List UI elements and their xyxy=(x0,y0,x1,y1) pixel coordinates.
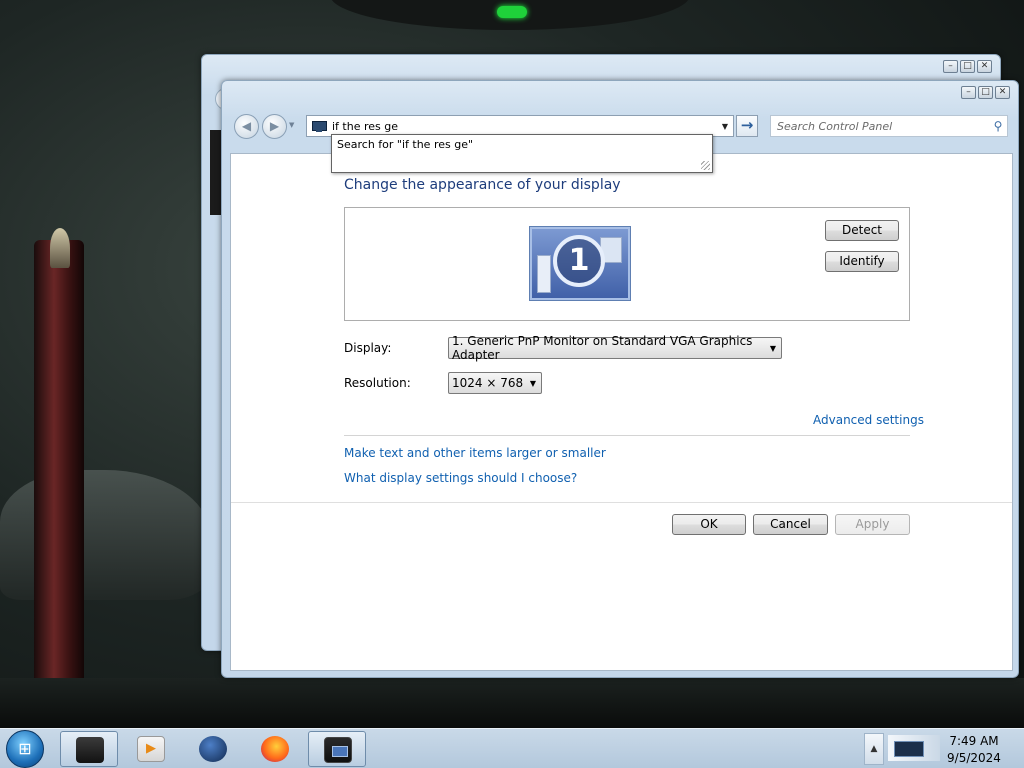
monitor-number: 1 xyxy=(553,235,605,287)
clock[interactable]: 7:49 AM 9/5/2024 xyxy=(944,733,1004,767)
start-button[interactable]: ⊞ xyxy=(6,730,44,768)
clock-date: 9/5/2024 xyxy=(947,751,1001,765)
search-input[interactable] xyxy=(777,119,989,133)
taskbar-globe[interactable] xyxy=(184,731,242,767)
monitor-1-icon[interactable]: 1 xyxy=(529,226,631,301)
media-player-icon xyxy=(137,736,165,762)
search-suggestion-item[interactable]: Search for "if the res ge" xyxy=(337,138,473,151)
text-size-link[interactable]: Make text and other items larger or smal… xyxy=(344,446,606,460)
resolution-select-value: 1024 × 768 xyxy=(452,376,524,390)
arrow-right-icon: ▶ xyxy=(269,119,280,133)
firefox-icon xyxy=(261,736,289,762)
display-select-value: 1. Generic PnP Monitor on Standard VGA G… xyxy=(452,334,753,362)
address-suggestion-dropdown: Search for "if the res ge" xyxy=(331,134,713,173)
recent-pages-dropdown[interactable]: ▼ xyxy=(289,121,294,129)
advanced-settings-link[interactable]: Advanced settings xyxy=(813,413,924,427)
wallpaper-light xyxy=(497,6,527,18)
content-pane: Change the appearance of your display 1 … xyxy=(230,153,1013,671)
chevron-down-icon: ▼ xyxy=(769,344,776,353)
address-dropdown-icon[interactable]: ▼ xyxy=(717,122,733,131)
chevron-down-icon: ▼ xyxy=(529,379,536,388)
divider xyxy=(344,435,910,436)
resolution-select[interactable]: 1024 × 768 ▼ xyxy=(448,372,542,394)
clock-time: 7:49 AM xyxy=(949,734,999,748)
wallpaper-sword xyxy=(34,240,84,728)
wallpaper-ground xyxy=(0,678,1024,728)
display-label: Display: xyxy=(344,341,392,355)
monitor-window-decoration xyxy=(537,255,551,293)
close-icon[interactable]: ✕ xyxy=(995,86,1010,99)
display-help-link[interactable]: What display settings should I choose? xyxy=(344,471,577,485)
windows-explorer-icon xyxy=(76,737,104,763)
arrow-left-icon: ◀ xyxy=(241,119,252,133)
back-window-caption-buttons: – □ ✕ xyxy=(943,60,992,73)
divider xyxy=(231,502,1012,503)
identify-button[interactable]: Identify xyxy=(825,251,899,272)
display-icon xyxy=(311,120,327,132)
search-icon[interactable]: ⚲ xyxy=(989,119,1007,133)
display-select[interactable]: 1. Generic PnP Monitor on Standard VGA G… xyxy=(448,334,782,362)
chevron-up-icon: ▲ xyxy=(870,744,878,754)
show-hidden-icons-button[interactable]: ▲ xyxy=(864,733,884,765)
taskbar-explorer[interactable] xyxy=(60,731,118,767)
network-icon[interactable] xyxy=(888,735,940,761)
maximize-icon[interactable]: □ xyxy=(960,60,975,73)
apply-button: Apply xyxy=(835,514,910,535)
close-icon[interactable]: ✕ xyxy=(977,60,992,73)
page-title: Change the appearance of your display xyxy=(344,177,621,193)
back-button[interactable]: ◀ xyxy=(234,114,259,139)
go-button[interactable]: → xyxy=(736,115,758,137)
search-box[interactable]: ⚲ xyxy=(770,115,1008,137)
ok-button[interactable]: OK xyxy=(672,514,746,535)
display-settings-icon xyxy=(324,737,352,763)
window-caption-buttons: – □ ✕ xyxy=(961,86,1010,99)
minimize-icon[interactable]: – xyxy=(961,86,976,99)
forward-button[interactable]: ▶ xyxy=(262,114,287,139)
maximize-icon[interactable]: □ xyxy=(978,86,993,99)
globe-icon xyxy=(199,736,227,762)
taskbar-display-settings[interactable] xyxy=(308,731,366,767)
taskbar: ⊞ ▲ 7:49 AM 9/5/2024 xyxy=(0,728,1024,768)
resize-grip-icon[interactable] xyxy=(701,161,710,170)
wallpaper-sword-tip xyxy=(50,228,70,268)
taskbar-media-player[interactable] xyxy=(122,731,180,767)
detect-button[interactable]: Detect xyxy=(825,220,899,241)
windows-logo-icon: ⊞ xyxy=(18,739,32,758)
wallpaper-rock xyxy=(0,470,210,600)
taskbar-firefox[interactable] xyxy=(246,731,304,767)
monitor-arrangement-area: 1 Detect Identify xyxy=(344,207,910,321)
resolution-label: Resolution: xyxy=(344,376,411,390)
cancel-button[interactable]: Cancel xyxy=(753,514,828,535)
minimize-icon[interactable]: – xyxy=(943,60,958,73)
address-input[interactable] xyxy=(327,117,717,135)
